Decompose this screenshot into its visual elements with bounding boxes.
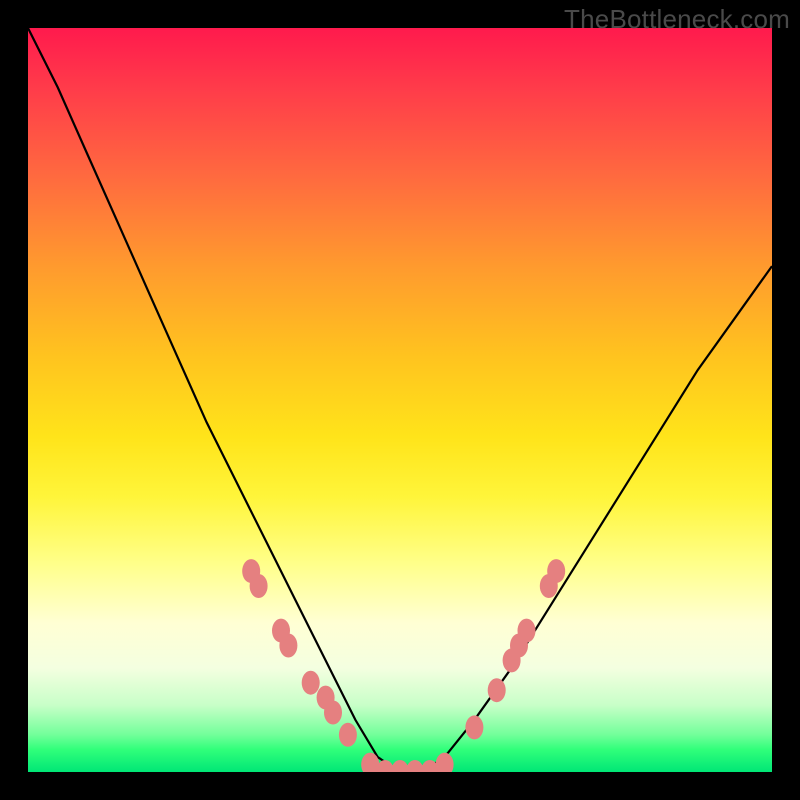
chart-frame: TheBottleneck.com: [0, 0, 800, 800]
bottleneck-curve: [28, 28, 772, 772]
curve-bead: [302, 671, 320, 695]
curve-bead: [339, 723, 357, 747]
curve-bead: [488, 678, 506, 702]
curve-bead: [547, 559, 565, 583]
curve-bead: [518, 619, 536, 643]
curve-bead: [436, 753, 454, 772]
watermark-text: TheBottleneck.com: [564, 4, 790, 35]
curve-bead: [324, 701, 342, 725]
curve-bead: [250, 574, 268, 598]
curve-bead: [465, 715, 483, 739]
curve-bead: [279, 634, 297, 658]
plot-area: [28, 28, 772, 772]
